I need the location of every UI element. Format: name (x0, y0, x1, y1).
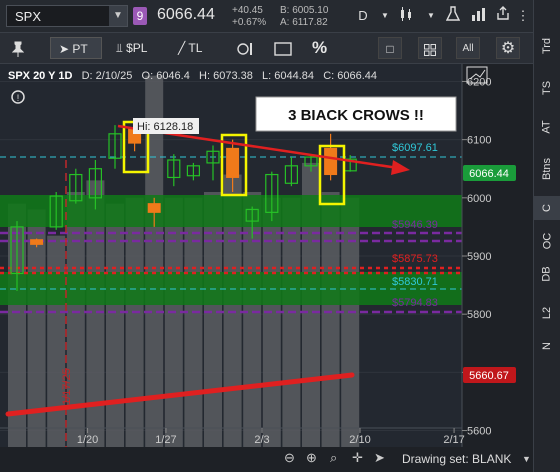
pl-tool-button[interactable]: ⫫ $PL (116, 37, 147, 59)
trend-price-label: 5660.67 (469, 370, 509, 382)
period-selector[interactable]: D (352, 6, 374, 26)
caret-down-icon[interactable]: ▼ (522, 454, 531, 464)
header-high: H: 6073.38 (199, 70, 253, 82)
sidebar-tab-l2[interactable]: L2 (534, 307, 560, 319)
y-tick-label: 6000 (467, 193, 491, 205)
sidebar-tab-trd[interactable]: Trd (534, 38, 560, 54)
caret-down-icon[interactable]: ▼ (420, 6, 442, 26)
x-tick-label: 2/17 (443, 434, 464, 446)
volume-bar (125, 197, 144, 448)
trendline-icon: ╱ (178, 41, 186, 55)
volume-bar (321, 192, 340, 448)
circle-icon (237, 42, 252, 55)
volume-bar (66, 192, 85, 448)
chart-title: SPX 20 Y 1D (8, 70, 73, 82)
sidebar-tab-n[interactable]: N (534, 340, 560, 352)
volume-bar (262, 197, 281, 448)
symbol-selector[interactable]: SPX ▼ (6, 5, 128, 27)
banner-text: 3 BIACK CROWS !! (288, 107, 424, 124)
pin-icon[interactable] (11, 37, 25, 59)
candle-body (226, 147, 240, 178)
link-group-badge[interactable]: 9 (133, 7, 147, 25)
x-tick-label: 1/20 (77, 434, 98, 446)
circle-tool-button[interactable] (237, 37, 255, 59)
grid-icon[interactable] (418, 37, 442, 59)
current-price-label: 6066.44 (469, 168, 509, 180)
header-open: O: 6046.4 (141, 70, 190, 82)
y-tick-label: 5600 (467, 426, 491, 438)
label-5946: $5946.39 (392, 219, 438, 231)
label-5875: $5875.73 (392, 253, 438, 265)
label-5830: $5830.71 (392, 276, 438, 288)
sidebar-tab-db[interactable]: DB (534, 266, 560, 281)
pointer-icon: ➤ (59, 42, 70, 56)
all-button[interactable]: All (456, 37, 480, 59)
candle-body (30, 239, 44, 245)
candle-body (147, 203, 161, 213)
candlestick-icon[interactable] (395, 6, 417, 26)
x-tick-label: 2/3 (254, 434, 269, 446)
ask-price: A: 6117.82 (280, 17, 328, 28)
header-close: C: 6066.44 (323, 70, 378, 82)
magnifier-icon[interactable]: ⌕ (330, 450, 337, 466)
sidebar-tab-btns[interactable]: Btns (534, 158, 560, 180)
square-tool-button[interactable]: □ (378, 37, 402, 59)
x-tick-label: 2/10 (349, 434, 370, 446)
info-icon-glyph: ! (17, 93, 20, 103)
header-low: L: 6044.84 (262, 70, 315, 82)
change-absolute: +40.45 (232, 5, 263, 16)
volume-bar (204, 192, 222, 448)
sidebar-tab-oc[interactable]: OC (534, 233, 560, 250)
last-price: 6066.44 (157, 6, 215, 23)
sidebar-tab-ts[interactable]: TS (534, 81, 560, 95)
volume-bar (282, 197, 301, 448)
pointer-tool-button[interactable]: ➤ PT (50, 37, 102, 59)
volume-bar (184, 197, 203, 448)
hi-label: Hi: 6128.18 (137, 121, 193, 133)
bar-chart-icon[interactable] (468, 6, 490, 26)
level-icon: ⫫ (116, 41, 123, 55)
rectangle-tool-button[interactable] (274, 37, 292, 59)
gear-icon[interactable]: ⚙ (496, 37, 520, 59)
candle-body (324, 147, 338, 176)
sidebar-tab-at[interactable]: AT (534, 120, 560, 133)
volume-bar (341, 197, 360, 448)
sidebar-tab-c[interactable]: C (534, 196, 560, 220)
x-tick-label: 1/27 (155, 434, 176, 446)
zoom-in-icon[interactable]: ⊕ (306, 450, 317, 466)
share-icon[interactable] (492, 6, 514, 26)
drawing-set-label[interactable]: Drawing set: BLANK (402, 452, 511, 466)
caret-down-icon[interactable]: ▼ (109, 6, 127, 26)
percent-tool-button[interactable]: % (312, 37, 327, 59)
label-6097: $6097.61 (392, 142, 438, 154)
volume-bar (164, 197, 183, 448)
more-icon[interactable]: ⋮ (512, 6, 534, 26)
rectangle-icon (274, 42, 292, 56)
y-tick-label: 6100 (467, 135, 491, 147)
cursor-icon[interactable]: ➤ (374, 450, 385, 466)
caret-down-icon[interactable]: ▼ (374, 6, 396, 26)
y-tick-label: 5900 (467, 251, 491, 263)
crosshair-icon[interactable]: ✛ (352, 450, 363, 466)
trendline-tool-button[interactable]: ╱ TL (178, 37, 202, 59)
symbol-text: SPX (15, 9, 42, 24)
change-percent: +0.67% (232, 17, 267, 28)
quote-bar: SPX ▼ 9 6066.44 +40.45 +0.67% B: 6005.10… (0, 0, 533, 33)
header-date: D: 2/10/25 (81, 70, 133, 82)
date-marker-label: 1/17/25 (61, 368, 73, 405)
drawing-toolbar: ➤ PT ⫫ $PL ╱ TL % □ All ⚙ (0, 33, 533, 64)
y-tick-label: 5800 (467, 309, 491, 321)
label-5794: $5794.83 (392, 297, 438, 309)
flask-icon[interactable] (442, 6, 464, 26)
price-chart[interactable]: 1/17/25 Hi: 6128.18 3 BIACK CROWS !! $60… (0, 64, 533, 472)
zoom-out-icon[interactable]: ⊖ (284, 450, 295, 466)
chart-header: SPX 20 Y 1D D: 2/10/25 O: 6046.4 H: 6073… (8, 70, 377, 82)
right-sidebar: Trd TS AT Btns C OC DB L2 N (533, 0, 560, 472)
bid-price: B: 6005.10 (280, 5, 329, 16)
